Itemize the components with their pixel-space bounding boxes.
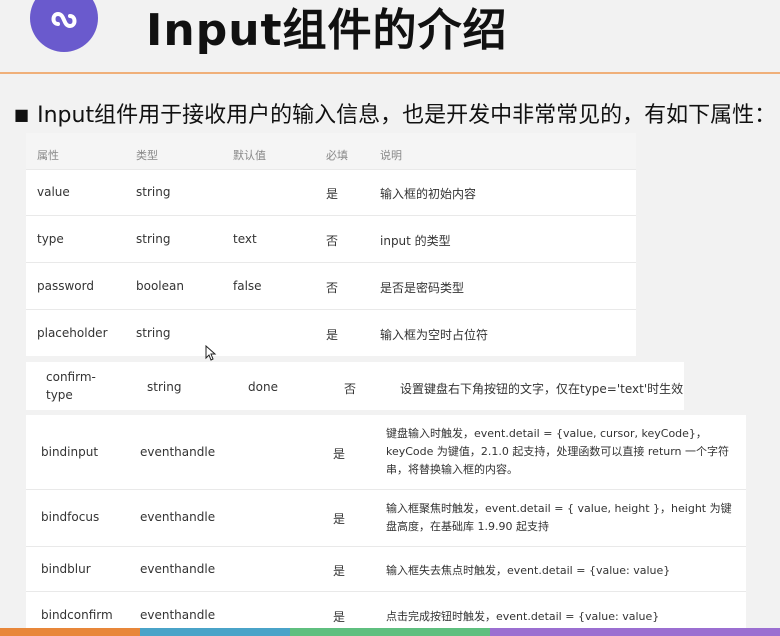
header-desc: 说明: [380, 149, 402, 162]
header-required: 必填: [326, 149, 348, 162]
row-attr: value: [37, 185, 70, 199]
intro-sentence: Input组件用于接收用户的输入信息，也是开发中非常常见的，有如下属性：: [37, 103, 777, 128]
row-required: 是: [326, 187, 339, 201]
row-desc: 是否是密码类型: [380, 281, 465, 295]
strip-segment: [140, 628, 290, 636]
row-default: text: [233, 232, 257, 246]
bullet-icon: ■: [14, 105, 30, 124]
row-desc: 点击完成按钮时触发，event.detail = {value: value}: [386, 610, 660, 623]
bottom-color-strip: [0, 628, 780, 636]
row-desc: 输入框聚焦时触发，event.detail = { value, height …: [386, 502, 732, 533]
table-row: type string text 否 input 的类型: [26, 216, 636, 263]
attribute-table-middle: confirm-type string done 否 设置键盘右下角按钮的文字，…: [26, 362, 684, 410]
row-type: string: [136, 185, 171, 199]
row-default: done: [248, 380, 278, 394]
row-desc: 输入框失去焦点时触发，event.detail = {value: value}: [386, 564, 671, 577]
row-desc: 输入框为空时占位符: [380, 328, 489, 342]
row-type: boolean: [136, 279, 184, 293]
table-row: bindinput eventhandle 是 键盘输入时触发，event.de…: [26, 415, 746, 490]
row-attr: bindinput: [41, 445, 99, 459]
row-type: eventhandle: [140, 510, 216, 524]
row-required: 否: [326, 281, 339, 295]
table-row: confirm-type string done 否 设置键盘右下角按钮的文字，…: [26, 362, 684, 410]
table-row: value string 是 输入框的初始内容: [26, 169, 636, 216]
row-required: 是: [333, 447, 346, 461]
row-required: 是: [333, 564, 346, 578]
row-type: eventhandle: [140, 445, 216, 459]
row-desc: 键盘输入时触发，event.detail = {value, cursor, k…: [386, 427, 730, 476]
attribute-table-bottom: bindinput eventhandle 是 键盘输入时触发，event.de…: [26, 415, 746, 628]
row-attr: bindconfirm: [41, 608, 113, 622]
row-attr: bindblur: [41, 562, 91, 576]
row-type: eventhandle: [140, 608, 216, 622]
row-type: string: [136, 232, 171, 246]
table-row: placeholder string 是 输入框为空时占位符: [26, 310, 636, 356]
row-desc: 设置键盘右下角按钮的文字，仅在type='text'时生效: [400, 382, 684, 396]
row-attr: bindfocus: [41, 510, 100, 524]
strip-segment: [0, 628, 140, 636]
row-type: string: [136, 326, 171, 340]
row-attr: placeholder: [37, 326, 108, 340]
slide-header: Input组件的介绍: [0, 0, 780, 72]
attribute-table-top: 属性 类型 默认值 必填 说明 value string 是 输入框的初始内容 …: [26, 133, 636, 356]
header-type: 类型: [136, 149, 158, 162]
table-row: password boolean false 否 是否是密码类型: [26, 263, 636, 310]
link-icon: [30, 0, 98, 52]
row-required: 否: [326, 234, 339, 248]
row-required: 否: [344, 382, 357, 396]
strip-segment: [490, 628, 780, 636]
row-desc: input 的类型: [380, 234, 451, 248]
table-row: bindconfirm eventhandle 是 点击完成按钮时触发，even…: [26, 592, 746, 628]
table-row: bindblur eventhandle 是 输入框失去焦点时触发，event.…: [26, 547, 746, 592]
header-default: 默认值: [233, 149, 266, 162]
row-required: 是: [333, 610, 346, 624]
row-attr: password: [37, 279, 94, 293]
row-attr: type: [37, 232, 64, 246]
title-divider: [0, 72, 780, 74]
row-type: string: [147, 380, 182, 394]
row-required: 是: [326, 328, 339, 342]
table-row: bindfocus eventhandle 是 输入框聚焦时触发，event.d…: [26, 490, 746, 547]
row-default: false: [233, 279, 262, 293]
row-required: 是: [333, 512, 346, 526]
slide-title: Input组件的介绍: [146, 5, 508, 56]
row-type: eventhandle: [140, 562, 216, 576]
strip-segment: [290, 628, 490, 636]
row-desc: 输入框的初始内容: [380, 187, 477, 201]
row-attr: confirm-type: [46, 370, 96, 402]
intro-text: ■ Input组件用于接收用户的输入信息，也是开发中非常常见的，有如下属性：: [14, 97, 780, 129]
header-attr: 属性: [37, 149, 59, 162]
table-header-row: 属性 类型 默认值 必填 说明: [26, 133, 636, 170]
